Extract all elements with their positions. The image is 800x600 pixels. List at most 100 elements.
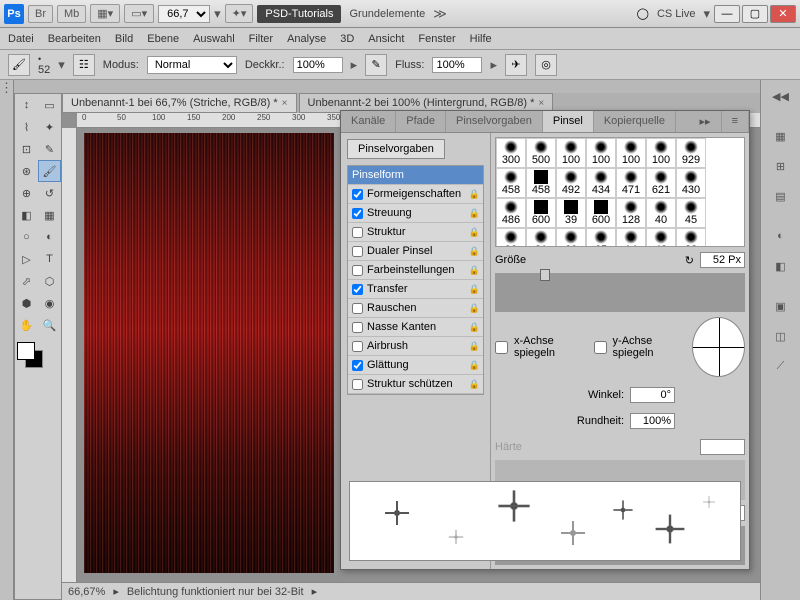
fluss-dropdown-icon[interactable]: ▸ (490, 57, 497, 73)
zoom-dropdown-icon[interactable]: ▾ (214, 6, 221, 22)
move-tool[interactable]: ↕ (15, 94, 38, 116)
workspace-label[interactable]: Grundelemente (345, 8, 429, 20)
opt-formeigenschaften[interactable]: Formeigenschaften🔒 (348, 185, 483, 204)
rundheit-input[interactable] (630, 413, 675, 429)
stamp-tool[interactable]: ⊕ (15, 182, 38, 204)
chk-glaettung[interactable] (352, 360, 363, 371)
pinselvorgaben-button[interactable]: Pinselvorgaben (347, 139, 445, 159)
minibridge-button[interactable]: Mb (57, 5, 86, 23)
brush-tool[interactable]: 🖌 (38, 160, 61, 182)
winkel-input[interactable] (630, 387, 675, 403)
tab-pinselvorgaben[interactable]: Pinselvorgaben (446, 111, 543, 132)
doc-tab-1[interactable]: Unbenannt-1 bei 66,7% (Striche, RGB/8) *… (62, 93, 297, 113)
lasso-tool[interactable]: ⌇ (15, 116, 38, 138)
fluss-input[interactable] (432, 57, 482, 73)
tab-pinsel[interactable]: Pinsel (543, 111, 594, 132)
groesse-input[interactable] (700, 252, 745, 268)
dodge-tool[interactable]: ◐ (38, 226, 61, 248)
brush-panel-toggle[interactable]: ☷ (73, 54, 95, 76)
chk-y-spiegel[interactable] (594, 341, 607, 354)
masks-panel-icon[interactable]: ◧ (763, 252, 799, 280)
marquee-tool[interactable]: ▭ (38, 94, 61, 116)
screenmode-button[interactable]: ▭▾ (124, 4, 154, 23)
tab-kopierquelle[interactable]: Kopierquelle (594, 111, 676, 132)
menu-hilfe[interactable]: Hilfe (470, 33, 492, 45)
maximize-button[interactable]: ▢ (742, 5, 768, 23)
opt-pinselform[interactable]: Pinselform (348, 166, 483, 185)
tab-kanale[interactable]: Kanäle (341, 111, 396, 132)
menu-auswahl[interactable]: Auswahl (193, 33, 235, 45)
tab-pfade[interactable]: Pfade (396, 111, 446, 132)
history-brush-tool[interactable]: ↺ (38, 182, 61, 204)
zoom-status[interactable]: 66,67% (68, 586, 105, 598)
panel-collapse-icon[interactable]: ▸▸ (690, 111, 722, 132)
opt-nasse[interactable]: Nasse Kanten🔒 (348, 318, 483, 337)
color-swatches[interactable] (15, 340, 61, 370)
swatches-panel-icon[interactable]: ⊞ (763, 152, 799, 180)
cslive-label[interactable]: CS Live (653, 8, 700, 20)
shape-tool[interactable]: ⬡ (38, 270, 61, 292)
deckkr-input[interactable] (293, 57, 343, 73)
extras-button[interactable]: ✦▾ (225, 4, 254, 23)
foreground-swatch[interactable] (17, 342, 35, 360)
zoom-tool[interactable]: 🔍 (38, 314, 61, 336)
menu-filter[interactable]: Filter (249, 33, 273, 45)
tablet-opacity-icon[interactable]: ✎ (365, 54, 387, 76)
chk-struktur[interactable] (352, 227, 363, 238)
status-arrow-icon[interactable]: ▸ (113, 585, 119, 598)
pen-tool[interactable]: ▷ (15, 248, 38, 270)
tablet-size-icon[interactable]: ◎ (535, 54, 557, 76)
arrange-button[interactable]: ▦▾ (90, 4, 120, 23)
path-select-tool[interactable]: ⬀ (15, 270, 38, 292)
menu-3d[interactable]: 3D (340, 33, 354, 45)
opt-airbrush[interactable]: Airbrush🔒 (348, 337, 483, 356)
chk-schutz[interactable] (352, 379, 363, 390)
lock-icon[interactable]: 🔒 (469, 341, 480, 352)
brush-size-indicator[interactable]: •52 (38, 54, 50, 76)
opt-farbe[interactable]: Farbeinstellungen🔒 (348, 261, 483, 280)
heal-tool[interactable]: ⊛ (15, 160, 38, 182)
reset-size-icon[interactable]: ↻ (685, 254, 694, 267)
lock-icon[interactable]: 🔒 (469, 246, 480, 257)
status-dropdown-icon[interactable]: ▸ (312, 585, 318, 598)
chk-airbrush[interactable] (352, 341, 363, 352)
opt-rauschen[interactable]: Rauschen🔒 (348, 299, 483, 318)
dock-expand-icon[interactable]: ◀◀ (763, 82, 799, 110)
eyedropper-tool[interactable]: ✎ (38, 138, 61, 160)
type-tool[interactable]: T (38, 248, 61, 270)
opt-transfer[interactable]: Transfer🔒 (348, 280, 483, 299)
menu-bearbeiten[interactable]: Bearbeiten (48, 33, 101, 45)
lock-icon[interactable]: 🔒 (469, 208, 480, 219)
lock-icon[interactable]: 🔒 (469, 303, 480, 314)
gradient-tool[interactable]: ▦ (38, 204, 61, 226)
blur-tool[interactable]: ○ (15, 226, 38, 248)
cslive-dropdown-icon[interactable]: ▾ (703, 6, 710, 22)
lock-icon[interactable]: 🔒 (469, 379, 480, 390)
wand-tool[interactable]: ✦ (38, 116, 61, 138)
brush-tool-icon[interactable]: 🖌 (8, 54, 30, 76)
3d-tool[interactable]: ⬢ (15, 292, 38, 314)
bridge-button[interactable]: Br (28, 5, 53, 23)
deckkr-dropdown-icon[interactable]: ▸ (351, 57, 358, 73)
airbrush-icon[interactable]: ✈ (505, 54, 527, 76)
chk-x-spiegel[interactable] (495, 341, 508, 354)
lock-icon[interactable]: 🔒 (469, 360, 480, 371)
groesse-slider[interactable] (495, 273, 745, 312)
paths-panel-icon[interactable]: ⟋ (763, 352, 799, 380)
menu-fenster[interactable]: Fenster (418, 33, 455, 45)
lock-icon[interactable]: 🔒 (469, 322, 480, 333)
lock-icon[interactable]: 🔒 (469, 265, 480, 276)
modus-select[interactable]: Normal (147, 56, 237, 74)
hand-tool[interactable]: ✋ (15, 314, 38, 336)
close-icon[interactable]: × (538, 98, 544, 109)
zoom-select[interactable]: 66,7 (158, 5, 210, 23)
minimize-button[interactable]: — (714, 5, 740, 23)
brush-preset-dropdown-icon[interactable]: ▾ (58, 57, 65, 73)
chk-formeigenschaften[interactable] (352, 189, 363, 200)
chk-rauschen[interactable] (352, 303, 363, 314)
color-panel-icon[interactable]: ▦ (763, 122, 799, 150)
panel-menu-icon[interactable]: ≡ (722, 111, 749, 132)
angle-control[interactable] (692, 317, 745, 377)
lock-icon[interactable]: 🔒 (469, 227, 480, 238)
close-button[interactable]: ✕ (770, 5, 796, 23)
